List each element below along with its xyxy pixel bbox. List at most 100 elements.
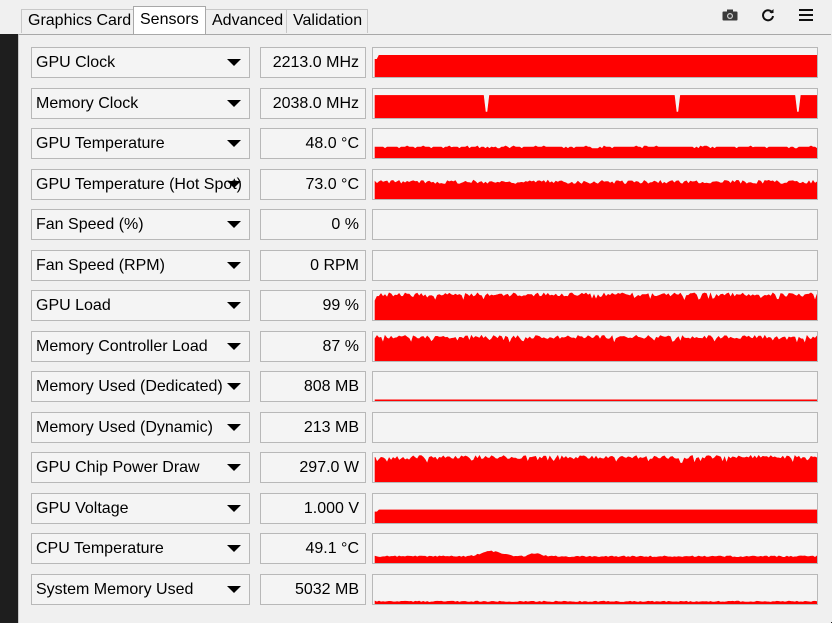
dropdown-arrow-icon[interactable] (227, 261, 241, 269)
sensor-graph (372, 290, 818, 321)
menu-button[interactable] (794, 4, 818, 26)
sensor-list: GPU Clock 2213.0 MHz Memory Clock 2038.0 MH… (18, 34, 831, 623)
sensor-row: GPU Temperature (Hot Spot) 73.0 °C (19, 168, 831, 200)
screenshot-button[interactable] (718, 4, 742, 26)
sensor-graph-plot (373, 413, 817, 442)
dropdown-arrow-icon[interactable] (227, 140, 241, 147)
sensor-row: Memory Clock 2038.0 MHz (19, 87, 831, 119)
sensor-select[interactable]: Fan Speed (%) (31, 209, 250, 240)
sensor-select[interactable]: GPU Voltage (31, 492, 250, 524)
sensor-name: Memory Controller Load (36, 337, 208, 355)
sensor-graph (372, 209, 818, 240)
dropdown-arrow-icon[interactable] (227, 464, 241, 471)
sensor-graph-area (374, 179, 817, 199)
tab-advanced[interactable]: Advanced (205, 9, 287, 33)
sensor-row: Memory Controller Load 87 % (19, 330, 831, 362)
sensor-row: Memory Used (Dedicated) 808 MB (19, 371, 831, 402)
hamburger-menu-icon (799, 9, 813, 21)
sensor-graph (372, 87, 818, 119)
sensor-select[interactable]: Memory Used (Dedicated) (31, 371, 250, 402)
sensor-value: 73.0 °C (260, 168, 366, 200)
dropdown-arrow-icon[interactable] (227, 383, 241, 390)
sensor-graph-plot (374, 509, 817, 523)
sensor-select[interactable]: Fan Speed (RPM) (31, 249, 250, 281)
dropdown-arrow-icon[interactable] (227, 423, 241, 431)
sensor-name: Memory Used (Dynamic) (36, 418, 213, 436)
sensor-name: Memory Clock (36, 94, 139, 112)
dropdown-arrow-icon[interactable] (227, 99, 241, 107)
sensor-graph-plot (374, 145, 817, 158)
sensor-select[interactable]: GPU Temperature (31, 128, 250, 159)
dropdown-arrow-icon[interactable] (227, 302, 241, 309)
sensor-graph-area (374, 600, 817, 604)
sensor-name: GPU Clock (36, 54, 116, 71)
dropdown-arrow-icon[interactable] (227, 59, 241, 66)
sensor-select[interactable]: GPU Clock (31, 47, 250, 78)
sensor-graph-plot (374, 600, 817, 604)
sensor-graph-plot (374, 292, 817, 320)
sensor-value: 1.000 V (260, 492, 366, 524)
sensor-value: 0 RPM (260, 249, 366, 281)
sensor-name: Fan Speed (RPM) (36, 256, 165, 274)
sensor-graph (372, 573, 818, 605)
sensor-graph-area (374, 399, 817, 401)
sensor-graph (372, 128, 818, 159)
dropdown-arrow-icon[interactable] (227, 180, 241, 188)
sensor-value: 5032 MB (260, 573, 366, 605)
sensor-row: Memory Used (Dynamic) 213 MB (19, 411, 831, 443)
sensor-select[interactable]: Memory Used (Dynamic) (31, 411, 250, 443)
dropdown-arrow-icon[interactable] (227, 221, 241, 228)
sensor-name: Memory Used (Dedicated) (36, 378, 223, 395)
sensor-row: CPU Temperature 49.1 °C (19, 533, 831, 564)
sensor-row: Fan Speed (%) 0 % (19, 209, 831, 240)
sensor-graph-plot (373, 210, 817, 239)
sensor-value: 2038.0 MHz (260, 87, 366, 119)
dropdown-arrow-icon[interactable] (227, 585, 241, 593)
sensor-value: 297.0 W (260, 452, 366, 483)
sensor-name: GPU Temperature (36, 135, 165, 152)
tab-bar: Graphics Card Sensors Advanced Validatio… (18, 0, 832, 34)
sensor-graph-area (374, 454, 817, 482)
sensor-graph-plot (373, 251, 817, 280)
dropdown-arrow-icon[interactable] (227, 342, 241, 350)
tab-graphics-card[interactable]: Graphics Card (21, 9, 135, 33)
sensor-graph-plot (374, 334, 817, 361)
dropdown-arrow-icon[interactable] (227, 545, 241, 552)
sensor-graph (372, 492, 818, 524)
sensor-name: Fan Speed (%) (36, 216, 144, 233)
sensor-value: 0 % (260, 209, 366, 240)
left-background-strip (0, 34, 18, 622)
sensor-select[interactable]: System Memory Used (31, 573, 250, 605)
sensor-row: Fan Speed (RPM) 0 RPM (19, 249, 831, 281)
sensor-graph (372, 249, 818, 281)
sensor-select[interactable]: CPU Temperature (31, 533, 250, 564)
sensor-graph-plot (374, 399, 817, 401)
dropdown-arrow-icon[interactable] (227, 504, 241, 512)
sensor-graph-area (374, 94, 817, 118)
sensor-value: 2213.0 MHz (260, 47, 366, 78)
sensor-value: 49.1 °C (260, 533, 366, 564)
sensor-select[interactable]: GPU Load (31, 290, 250, 321)
sensor-value: 99 % (260, 290, 366, 321)
sensor-graph-plot (374, 55, 817, 77)
sensor-row: GPU Voltage 1.000 V (19, 492, 831, 524)
sensor-select[interactable]: GPU Temperature (Hot Spot) (31, 168, 250, 200)
sensor-graph (372, 411, 818, 443)
sensor-name: System Memory Used (36, 580, 194, 598)
sensor-select[interactable]: GPU Chip Power Draw (31, 452, 250, 483)
sensor-graph-plot (374, 179, 817, 199)
sensor-select[interactable]: Memory Controller Load (31, 330, 250, 362)
refresh-button[interactable] (756, 4, 780, 26)
tab-sensors[interactable]: Sensors (133, 6, 206, 34)
gpu-z-window: Graphics Card Sensors Advanced Validatio… (0, 0, 832, 623)
sensor-row: GPU Load 99 % (19, 290, 831, 321)
sensor-graph-plot (374, 454, 817, 482)
sensor-value: 213 MB (260, 411, 366, 443)
tab-validation[interactable]: Validation (286, 9, 368, 33)
sensor-graph-area (374, 509, 817, 523)
sensor-select[interactable]: Memory Clock (31, 87, 250, 119)
sensor-graph-area (374, 334, 817, 361)
refresh-icon (762, 9, 774, 22)
sensor-graph-area (374, 292, 817, 320)
sensor-graph (372, 47, 818, 78)
